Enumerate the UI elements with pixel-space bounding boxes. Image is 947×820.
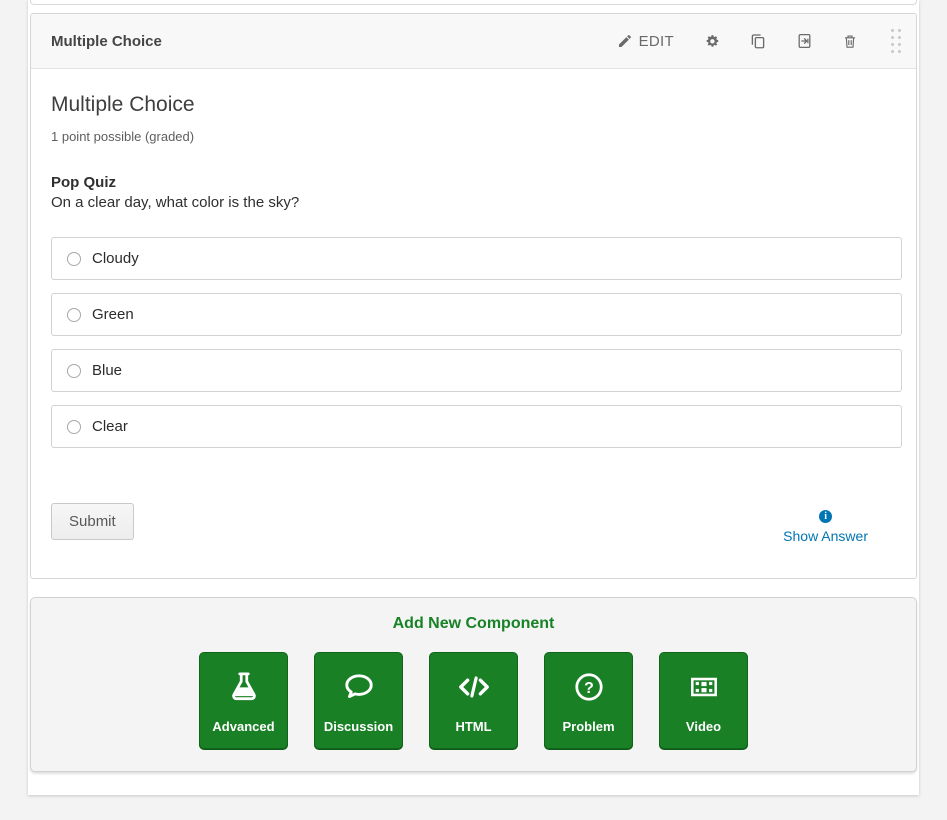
multiple-choice-component-card: Multiple Choice EDIT — [30, 13, 917, 579]
add-new-component-title: Add New Component — [31, 615, 916, 633]
svg-text:?: ? — [584, 680, 594, 697]
submit-button[interactable]: Submit — [51, 503, 134, 540]
duplicate-icon — [749, 32, 767, 50]
add-button-label: Video — [686, 719, 721, 734]
unit-content-window: Multiple Choice EDIT — [28, 0, 919, 795]
add-component-buttons: Advanced Discussion HT — [31, 652, 916, 749]
radio-button-icon[interactable] — [67, 420, 81, 434]
settings-button[interactable] — [703, 33, 720, 50]
add-button-label: HTML — [455, 719, 491, 734]
speech-bubble-icon — [341, 667, 377, 707]
add-problem-button[interactable]: ? Problem — [544, 652, 633, 749]
choice-option-cloudy[interactable]: Cloudy — [51, 237, 902, 280]
drag-handle-icon[interactable] — [891, 29, 902, 54]
film-strip-icon — [687, 667, 721, 707]
add-html-button[interactable]: HTML — [429, 652, 518, 749]
question-title: Pop Quiz — [51, 174, 896, 191]
points-possible-text: 1 point possible (graded) — [51, 129, 896, 144]
choice-option-blue[interactable]: Blue — [51, 349, 902, 392]
radio-button-icon[interactable] — [67, 308, 81, 322]
move-icon — [796, 32, 813, 50]
problem-preview: Multiple Choice 1 point possible (graded… — [31, 69, 916, 578]
add-button-label: Problem — [562, 719, 614, 734]
add-button-label: Discussion — [324, 719, 393, 734]
add-discussion-button[interactable]: Discussion — [314, 652, 403, 749]
info-icon: i — [819, 510, 832, 523]
add-video-button[interactable]: Video — [659, 652, 748, 749]
choice-label: Clear — [92, 418, 128, 435]
code-icon — [455, 667, 493, 707]
problem-display-name: Multiple Choice — [51, 93, 896, 117]
edit-button-label: EDIT — [639, 33, 674, 50]
choice-label: Blue — [92, 362, 122, 379]
component-actions: EDIT — [617, 29, 902, 54]
problem-footer: Submit i Show Answer — [51, 503, 896, 578]
show-answer-link[interactable]: Show Answer — [783, 528, 868, 544]
move-button[interactable] — [796, 32, 813, 50]
flask-icon — [227, 667, 261, 707]
previous-component-edge — [30, 0, 917, 5]
pencil-icon — [617, 33, 633, 49]
unit-editor-page: { "component_card": { "header": { "title… — [0, 0, 947, 820]
gear-icon — [703, 33, 720, 50]
question-text: On a clear day, what color is the sky? — [51, 194, 896, 211]
trash-icon — [842, 33, 858, 50]
duplicate-button[interactable] — [749, 32, 767, 50]
radio-button-icon[interactable] — [67, 252, 81, 266]
show-answer-wrap: i Show Answer — [783, 510, 868, 544]
choice-label: Cloudy — [92, 250, 139, 267]
edit-button[interactable]: EDIT — [617, 33, 674, 50]
choice-option-green[interactable]: Green — [51, 293, 902, 336]
radio-button-icon[interactable] — [67, 364, 81, 378]
component-title: Multiple Choice — [51, 33, 162, 50]
question-circle-icon: ? — [572, 667, 606, 707]
component-card-header: Multiple Choice EDIT — [31, 14, 916, 69]
delete-button[interactable] — [842, 33, 858, 50]
choice-option-clear[interactable]: Clear — [51, 405, 902, 448]
add-advanced-button[interactable]: Advanced — [199, 652, 288, 749]
choice-label: Green — [92, 306, 134, 323]
add-new-component-section: Add New Component Advanced — [30, 597, 917, 772]
add-button-label: Advanced — [212, 719, 274, 734]
